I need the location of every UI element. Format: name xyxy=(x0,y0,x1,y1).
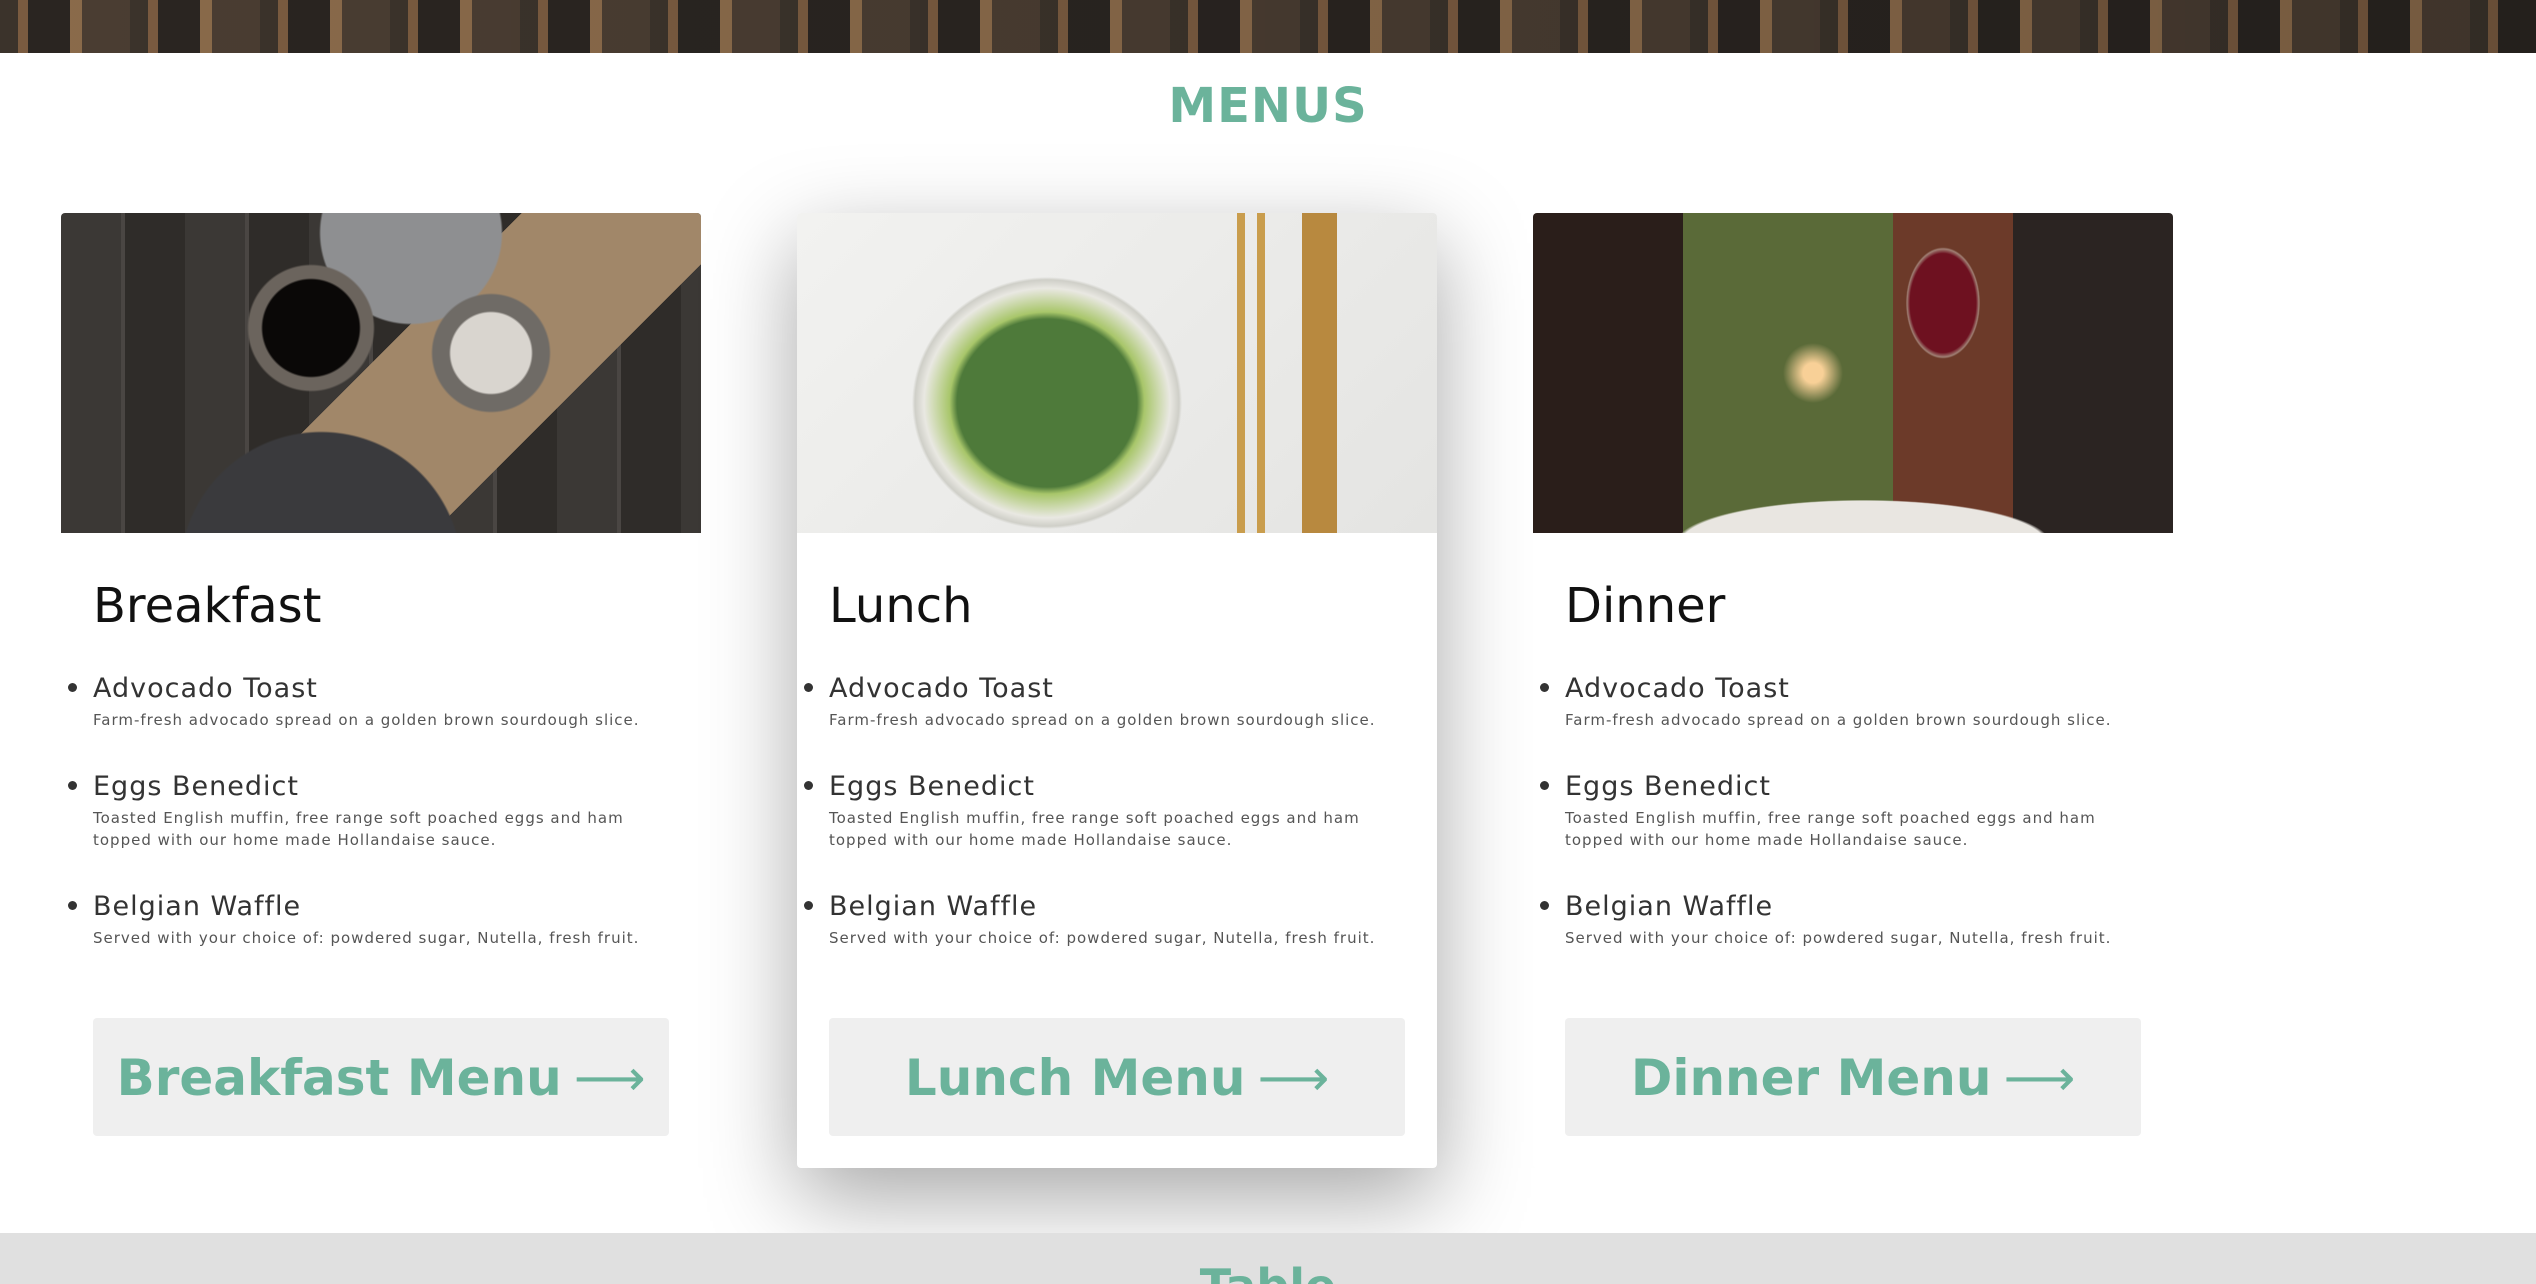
card-heading: Lunch xyxy=(829,578,973,634)
table-section: Table xyxy=(0,1233,2536,1284)
button-label: Dinner Menu xyxy=(1630,1049,1992,1107)
item-description: Toasted English muffin, free range soft … xyxy=(93,809,624,849)
table-section-title: Table xyxy=(0,1259,2536,1284)
bullet-icon xyxy=(804,781,813,790)
menu-item-list: Advocado Toast Farm-fresh advocado sprea… xyxy=(1540,671,2141,949)
button-label: Breakfast Menu xyxy=(116,1049,562,1107)
item-description: Farm-fresh advocado spread on a golden b… xyxy=(1565,711,2112,729)
list-item: Belgian Waffle Served with your choice o… xyxy=(804,889,1405,949)
bullet-icon xyxy=(1540,683,1549,692)
dinner-image xyxy=(1533,213,2173,533)
item-name: Eggs Benedict xyxy=(93,771,299,802)
menu-item-list: Advocado Toast Farm-fresh advocado sprea… xyxy=(804,671,1405,949)
menu-item-list: Advocado Toast Farm-fresh advocado sprea… xyxy=(68,671,669,949)
menu-card-lunch: Lunch Advocado Toast Farm-fresh advocado… xyxy=(797,213,1437,1168)
list-item: Advocado Toast Farm-fresh advocado sprea… xyxy=(68,671,669,731)
item-name: Eggs Benedict xyxy=(1565,771,1771,802)
card-heading: Dinner xyxy=(1565,578,1726,634)
item-name: Eggs Benedict xyxy=(829,771,1035,802)
button-label: Lunch Menu xyxy=(904,1049,1246,1107)
item-name: Belgian Waffle xyxy=(1565,891,1774,922)
item-description: Toasted English muffin, free range soft … xyxy=(829,809,1360,849)
arrow-right-icon: ⟶ xyxy=(2003,1049,2076,1107)
item-name: Advocado Toast xyxy=(93,673,318,704)
list-item: Eggs Benedict Toasted English muffin, fr… xyxy=(68,769,669,851)
bullet-icon xyxy=(804,901,813,910)
menu-card-dinner: Dinner Advocado Toast Farm-fresh advocad… xyxy=(1533,213,2173,1168)
item-name: Belgian Waffle xyxy=(93,891,302,922)
item-name: Belgian Waffle xyxy=(829,891,1038,922)
list-item: Belgian Waffle Served with your choice o… xyxy=(68,889,669,949)
list-item: Advocado Toast Farm-fresh advocado sprea… xyxy=(1540,671,2141,731)
dinner-menu-button[interactable]: Dinner Menu ⟶ xyxy=(1565,1018,2141,1136)
section-title: MENUS xyxy=(1168,78,1368,134)
breakfast-image xyxy=(61,213,701,533)
bullet-icon xyxy=(804,683,813,692)
lunch-image xyxy=(797,213,1437,533)
item-name: Advocado Toast xyxy=(1565,673,1790,704)
list-item: Eggs Benedict Toasted English muffin, fr… xyxy=(1540,769,2141,851)
list-item: Belgian Waffle Served with your choice o… xyxy=(1540,889,2141,949)
item-description: Toasted English muffin, free range soft … xyxy=(1565,809,2096,849)
list-item: Advocado Toast Farm-fresh advocado sprea… xyxy=(804,671,1405,731)
bullet-icon xyxy=(68,683,77,692)
bullet-icon xyxy=(1540,901,1549,910)
arrow-right-icon: ⟶ xyxy=(1257,1049,1330,1107)
lunch-menu-button[interactable]: Lunch Menu ⟶ xyxy=(829,1018,1405,1136)
item-description: Served with your choice of: powdered sug… xyxy=(93,929,640,947)
card-heading: Breakfast xyxy=(93,578,322,634)
bullet-icon xyxy=(68,781,77,790)
bullet-icon xyxy=(1540,781,1549,790)
item-name: Advocado Toast xyxy=(829,673,1054,704)
list-item: Eggs Benedict Toasted English muffin, fr… xyxy=(804,769,1405,851)
hero-image-strip xyxy=(0,0,2536,53)
item-description: Served with your choice of: powdered sug… xyxy=(1565,929,2112,947)
item-description: Farm-fresh advocado spread on a golden b… xyxy=(93,711,640,729)
breakfast-menu-button[interactable]: Breakfast Menu ⟶ xyxy=(93,1018,669,1136)
item-description: Farm-fresh advocado spread on a golden b… xyxy=(829,711,1376,729)
item-description: Served with your choice of: powdered sug… xyxy=(829,929,1376,947)
bullet-icon xyxy=(68,901,77,910)
arrow-right-icon: ⟶ xyxy=(573,1049,646,1107)
menu-card-breakfast: Breakfast Advocado Toast Farm-fresh advo… xyxy=(61,213,701,1168)
